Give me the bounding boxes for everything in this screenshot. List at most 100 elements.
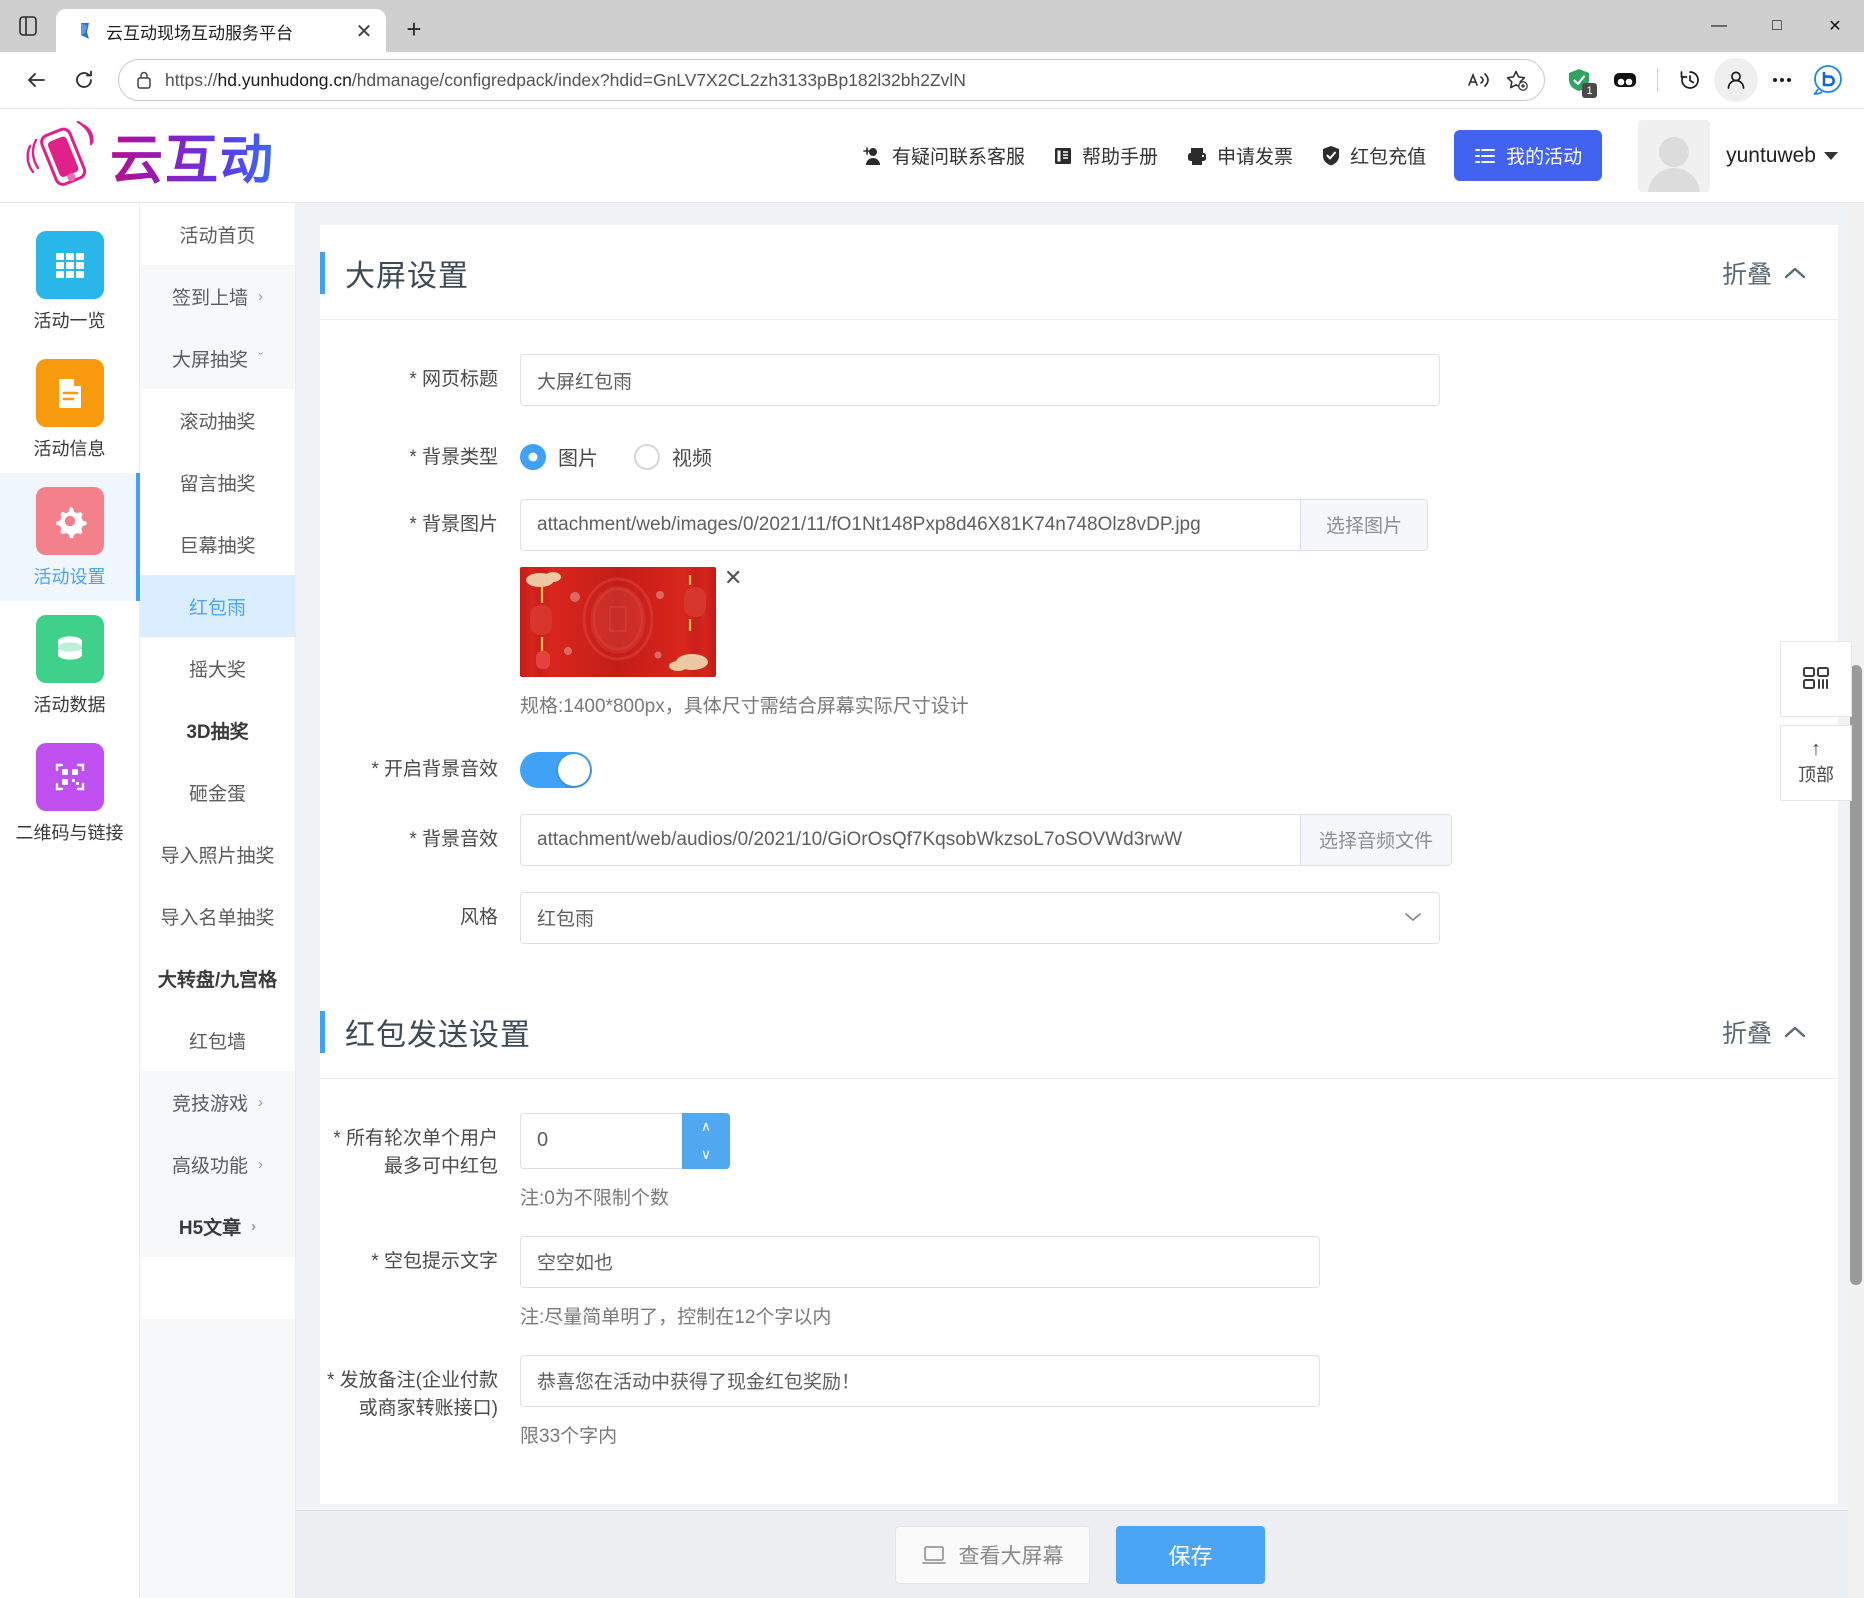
radio-video[interactable]: 视频 — [634, 442, 712, 471]
chevron-down-icon — [1403, 907, 1423, 928]
qrcode-icon — [36, 743, 104, 811]
stepper-increment-icon[interactable]: ∧ — [682, 1113, 730, 1141]
bigscreen-form: * 网页标题 大屏红包雨 * 背景类型 — [320, 320, 1838, 984]
split-screen-icon[interactable] — [1603, 58, 1647, 102]
tracking-prevention-icon[interactable]: 1 — [1557, 58, 1601, 102]
history-icon[interactable] — [1668, 58, 1712, 102]
chevron-down-icon — [1824, 152, 1838, 160]
site-logo[interactable]: 云互动 — [0, 118, 275, 194]
back-to-top-button[interactable]: ↑ 顶部 — [1780, 725, 1852, 801]
browser-window: 云互动现场互动服务平台 ✕ + — □ ✕ https://hd.yunhudo… — [0, 0, 1864, 1598]
save-button[interactable]: 保存 — [1116, 1526, 1264, 1584]
style-select[interactable]: 红包雨 — [520, 892, 1440, 944]
chevron-right-icon: › — [258, 1094, 263, 1111]
my-activity-button[interactable]: 我的活动 — [1454, 130, 1602, 181]
rail-item-qrcode-link[interactable]: 二维码与链接 — [0, 729, 140, 857]
read-aloud-icon[interactable] — [1466, 69, 1492, 91]
page-scrollbar[interactable] — [1848, 203, 1864, 1598]
radio-dot — [634, 444, 660, 470]
remove-image-icon[interactable]: ✕ — [724, 567, 742, 589]
submenu-label: 活动首页 — [179, 221, 255, 248]
nav-item-contact-support[interactable]: 有疑问联系客服 — [861, 142, 1025, 169]
view-bigscreen-label: 查看大屏幕 — [958, 1540, 1063, 1570]
nav-item-help-manual[interactable]: 帮助手册 — [1053, 142, 1158, 169]
rail-item-activity-list[interactable]: 活动一览 — [0, 217, 140, 345]
submenu-item-red-packet-rain[interactable]: 红包雨 — [140, 575, 295, 637]
submenu-item-advanced-features[interactable]: 高级功能› — [140, 1133, 295, 1195]
nav-item-invoice[interactable]: 申请发票 — [1186, 142, 1293, 169]
submenu-item-competitive-games[interactable]: 竞技游戏› — [140, 1071, 295, 1133]
submenu-item-scroll-lottery[interactable]: 滚动抽奖 — [140, 389, 295, 451]
empty-text-input[interactable]: 空空如也 — [520, 1236, 1320, 1288]
rail-label: 活动数据 — [34, 691, 106, 717]
view-bigscreen-button[interactable]: 查看大屏幕 — [895, 1526, 1090, 1584]
back-icon[interactable] — [14, 58, 58, 102]
max-per-user-input[interactable]: 0 — [520, 1113, 682, 1169]
submenu-item-import-list-lottery[interactable]: 导入名单抽奖 — [140, 885, 295, 947]
rail-item-activity-info[interactable]: 活动信息 — [0, 345, 140, 473]
submenu-item-giant-lottery[interactable]: 巨幕抽奖 — [140, 513, 295, 575]
nav-label: 帮助手册 — [1082, 142, 1158, 169]
submenu-item-home[interactable]: 活动首页 — [140, 203, 295, 265]
submenu-label: 砸金蛋 — [189, 779, 246, 806]
toolbar-right-actions: 1 — [1557, 58, 1850, 102]
max-per-user-stepper[interactable]: 0 ∧ ∨ — [520, 1113, 730, 1169]
address-bar[interactable]: https://hd.yunhudong.cn/hdmanage/configr… — [118, 59, 1545, 101]
submenu-item-smash-egg[interactable]: 砸金蛋 — [140, 761, 295, 823]
nav-item-recharge[interactable]: 红包充值 — [1321, 142, 1426, 169]
copilot-icon[interactable] — [1806, 58, 1850, 102]
radio-label: 图片 — [558, 442, 598, 471]
gear-icon — [36, 487, 104, 555]
submenu-item-h5-article[interactable]: H5文章› — [140, 1195, 295, 1257]
username-display[interactable]: yuntuweb — [1726, 144, 1838, 168]
reload-icon[interactable] — [62, 58, 106, 102]
submenu-label: 大转盘/九宫格 — [158, 965, 277, 992]
favorite-star-icon[interactable] — [1504, 68, 1528, 92]
submenu-item-red-packet-wall[interactable]: 红包墙 — [140, 1009, 295, 1071]
browser-toolbar: https://hd.yunhudong.cn/hdmanage/configr… — [0, 52, 1864, 109]
section-accent-bar — [320, 252, 325, 294]
profile-icon[interactable] — [1714, 58, 1758, 102]
remark-input[interactable]: 恭喜您在活动中获得了现金红包奖励！ — [520, 1355, 1320, 1407]
submenu-label: H5文章 — [179, 1213, 241, 1240]
submenu-item-shake-prize[interactable]: 摇大奖 — [140, 637, 295, 699]
layout-grid-button[interactable] — [1780, 641, 1852, 717]
tab-search-icon[interactable] — [0, 0, 56, 52]
submenu-label: 红包雨 — [189, 593, 246, 620]
select-audio-button[interactable]: 选择音频文件 — [1300, 814, 1452, 866]
web-page: 云互动 有疑问联系客服 帮助手册 申请发票 红包充值 — [0, 109, 1864, 1598]
user-menu[interactable]: yuntuweb — [1638, 120, 1838, 192]
minimize-button[interactable]: — — [1690, 0, 1748, 52]
maximize-button[interactable]: □ — [1748, 0, 1806, 52]
rail-item-activity-data[interactable]: 活动数据 — [0, 601, 140, 729]
close-window-button[interactable]: ✕ — [1806, 0, 1864, 52]
submenu-label: 红包墙 — [189, 1027, 246, 1054]
submenu-item-wheel-grid[interactable]: 大转盘/九宫格 — [140, 947, 295, 1009]
stepper-decrement-icon[interactable]: ∨ — [682, 1141, 730, 1169]
submenu-item-3d-lottery[interactable]: 3D抽奖 — [140, 699, 295, 761]
page-title-input[interactable]: 大屏红包雨 — [520, 354, 1440, 406]
bg-audio-toggle[interactable] — [520, 752, 592, 788]
chevron-right-icon: › — [258, 1156, 263, 1173]
new-tab-button[interactable]: + — [394, 9, 434, 49]
bg-audio-input[interactable]: attachment/web/audios/0/2021/10/GiOrOsQf… — [520, 814, 1300, 866]
collapse-toggle-bigscreen[interactable]: 折叠 — [1722, 255, 1808, 291]
username-text: yuntuweb — [1726, 144, 1816, 168]
collapse-toggle-redpacket[interactable]: 折叠 — [1722, 1014, 1808, 1050]
submenu-item-import-photo-lottery[interactable]: 导入照片抽奖 — [140, 823, 295, 885]
avatar — [1638, 120, 1710, 192]
submenu-item-checkin-wall[interactable]: 签到上墙› — [140, 265, 295, 327]
submenu-item-bigscreen-lottery[interactable]: 大屏抽奖ˇ — [140, 327, 295, 389]
lock-icon — [135, 70, 153, 90]
tab-close-icon[interactable]: ✕ — [350, 17, 378, 45]
radio-image[interactable]: 图片 — [520, 442, 598, 471]
browser-tab[interactable]: 云互动现场互动服务平台 ✕ — [56, 9, 386, 53]
rail-item-activity-settings[interactable]: 活动设置 — [0, 473, 140, 601]
select-image-button[interactable]: 选择图片 — [1300, 499, 1428, 551]
floating-tools: ↑ 顶部 — [1780, 641, 1852, 809]
arrow-up-icon: ↑ — [1811, 739, 1821, 759]
settings-more-icon[interactable] — [1760, 58, 1804, 102]
bg-image-input[interactable]: attachment/web/images/0/2021/11/fO1Nt148… — [520, 499, 1300, 551]
toolbar-divider — [1657, 68, 1658, 92]
submenu-item-message-lottery[interactable]: 留言抽奖 — [140, 451, 295, 513]
